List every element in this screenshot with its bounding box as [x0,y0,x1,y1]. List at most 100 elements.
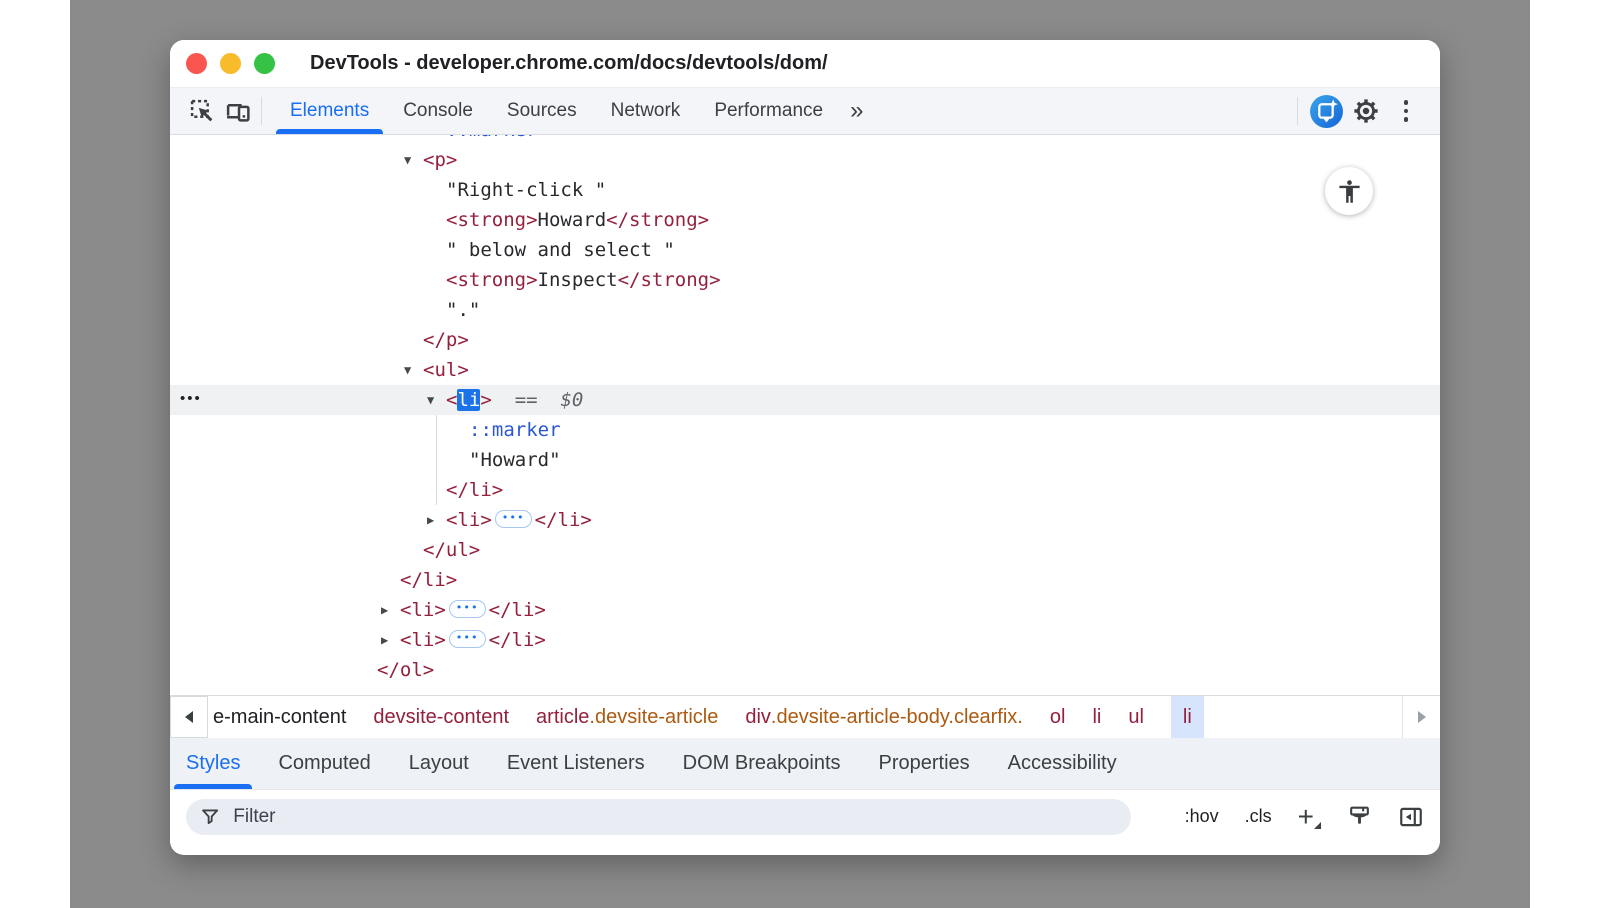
tab-accessibility[interactable]: Accessibility [1008,738,1117,789]
tab-dom-breakpoints[interactable]: DOM Breakpoints [683,738,841,789]
inspect-element-icon[interactable] [184,88,220,134]
dom-tree-row[interactable]: •••▼<li> == $0 [170,385,1440,415]
dom-node-segment: "." [446,299,480,321]
dom-node-segment: <li> [400,599,446,621]
breadcrumb-item[interactable]: ul [1128,696,1144,738]
dom-tree-row[interactable]: ::marker [170,415,1440,445]
breadcrumb-part: li [1183,706,1192,729]
dom-node-segment: </li> [400,569,457,591]
dom-tree-row[interactable]: <strong>Howard</strong> [170,205,1440,235]
new-style-rule-plus-icon[interactable]: + [1298,807,1321,827]
toggle-element-state-button[interactable]: :hov [1185,806,1219,827]
expand-arrow-icon[interactable]: ▶ [381,595,388,625]
dom-node-segment: ::marker [469,419,561,441]
tab-network[interactable]: Network [594,88,698,134]
dom-node-segment: </p> [423,329,469,351]
tab-layout[interactable]: Layout [409,738,469,789]
tab-console[interactable]: Console [386,88,490,134]
breadcrumb-part: div [745,706,771,729]
dom-node-segment: "Howard" [469,449,561,471]
toggle-sidebar-panel-icon[interactable] [1398,804,1424,830]
tab-performance[interactable]: Performance [697,88,840,134]
dom-tree-row[interactable]: </p> [170,325,1440,355]
expand-arrow-icon[interactable]: ▶ [381,625,388,655]
breadcrumb: e-main-content devsite-content article.dev… [208,696,1402,738]
dom-tree-row[interactable]: ▶<li>•••</li> [170,505,1440,535]
breadcrumb-item[interactable]: div.devsite-article-body.clearfix. [745,696,1023,738]
dom-tree-row[interactable]: ::marker [170,135,1440,145]
breadcrumb-item[interactable]: devsite-content [373,696,509,738]
dom-node-segment: ::marker [446,135,538,141]
tab-computed[interactable]: Computed [278,738,370,789]
collapsed-content-ellipsis-button[interactable]: ••• [449,630,486,648]
more-options-kebab-icon[interactable] [1386,100,1426,122]
dom-tree-row[interactable]: "Howard" [170,445,1440,475]
expand-arrow-icon[interactable]: ▶ [427,505,434,535]
breadcrumb-scroll-left-button[interactable] [170,696,208,738]
toolbar-right-controls [1289,88,1440,134]
styles-filter-field[interactable] [186,799,1131,835]
zoom-window-button[interactable] [254,53,275,74]
toggle-device-toolbar-icon[interactable] [220,88,256,134]
breadcrumb-item[interactable]: ol [1050,696,1066,738]
row-actions-ellipsis[interactable]: ••• [180,384,202,414]
rendering-brush-icon[interactable] [1347,804,1372,829]
funnel-filter-icon [200,806,220,827]
dom-node-segment: <strong> [446,269,538,291]
tab-properties[interactable]: Properties [879,738,970,789]
accessibility-overlay-button[interactable] [1325,167,1373,215]
dom-tree: ::marker▼<p>"Right-click "<strong>Howard… [170,135,1440,685]
tab-sources[interactable]: Sources [490,88,594,134]
dom-node-segment: <ul> [423,359,469,381]
devtools-toolbar: ElementsConsoleSourcesNetworkPerformance… [170,88,1440,135]
breadcrumb-scroll-right-button[interactable] [1402,696,1440,738]
dom-tree-row[interactable]: " below and select " [170,235,1440,265]
dom-tree-row[interactable]: ▶<li>•••</li> [170,595,1440,625]
breadcrumb-item[interactable]: li [1092,696,1101,738]
collapse-arrow-icon[interactable]: ▼ [427,385,434,415]
dom-tree-row[interactable]: "." [170,295,1440,325]
tab-elements[interactable]: Elements [273,88,386,134]
dom-node-segment: </li> [446,479,503,501]
collapsed-content-ellipsis-button[interactable]: ••• [495,510,532,528]
dom-node-segment: Inspect [538,269,618,291]
breadcrumb-item[interactable]: li [1171,696,1204,738]
collapsed-content-ellipsis-button[interactable]: ••• [449,600,486,618]
styles-filter-input[interactable] [231,805,1117,829]
selected-node-tag-name: li [457,389,480,411]
dom-tree-row[interactable]: </li> [170,565,1440,595]
sidebar-pane-tabs: Styles Computed Layout Event Listeners DOM B… [170,738,1440,790]
toolbar-divider [261,97,262,125]
ai-assistance-icon[interactable] [1306,94,1346,129]
breadcrumb-item[interactable]: e-main-content [213,696,346,738]
minimize-window-button[interactable] [220,53,241,74]
dom-tree-row[interactable]: <strong>Inspect</strong> [170,265,1440,295]
dom-tree-row[interactable]: ▼ <ul> [170,355,1440,385]
close-window-button[interactable] [186,53,207,74]
dom-node-segment: > [480,389,491,411]
dom-tree-row[interactable]: ▼<p> [170,145,1440,175]
dom-tree-row[interactable]: </ol> [170,655,1440,685]
tab-styles[interactable]: Styles [186,738,240,789]
more-panels-chevron-icon[interactable]: » [840,88,873,134]
dom-node-segment [492,389,515,411]
panel-tabs: ElementsConsoleSourcesNetworkPerformance [273,88,840,134]
dom-tree-row[interactable]: </ul> [170,535,1440,565]
breadcrumb-part: ul [1128,706,1144,729]
dom-tree-row[interactable]: ▶<li>•••</li> [170,625,1440,655]
breadcrumb-item[interactable]: article.devsite-article [536,696,718,738]
macos-titlebar: DevTools - developer.chrome.com/docs/dev… [170,40,1440,88]
scroll-left-arrow-icon [185,711,193,723]
breadcrumb-part: article [536,706,589,729]
dom-node-segment [538,389,561,411]
dom-tree-row[interactable]: </li> [170,475,1440,505]
dom-tree-row[interactable]: "Right-click " [170,175,1440,205]
collapse-arrow-icon[interactable]: ▼ [404,355,411,385]
collapse-arrow-icon[interactable]: ▼ [404,145,411,175]
element-classes-button[interactable]: .cls [1245,806,1272,827]
tab-event-listeners[interactable]: Event Listeners [507,738,645,789]
breadcrumb-part: .devsite-article [589,706,718,729]
settings-gear-icon[interactable] [1346,97,1386,125]
dom-node-segment: "Right-click " [446,179,606,201]
styles-filter-controls: :hov .cls + [1185,804,1424,830]
